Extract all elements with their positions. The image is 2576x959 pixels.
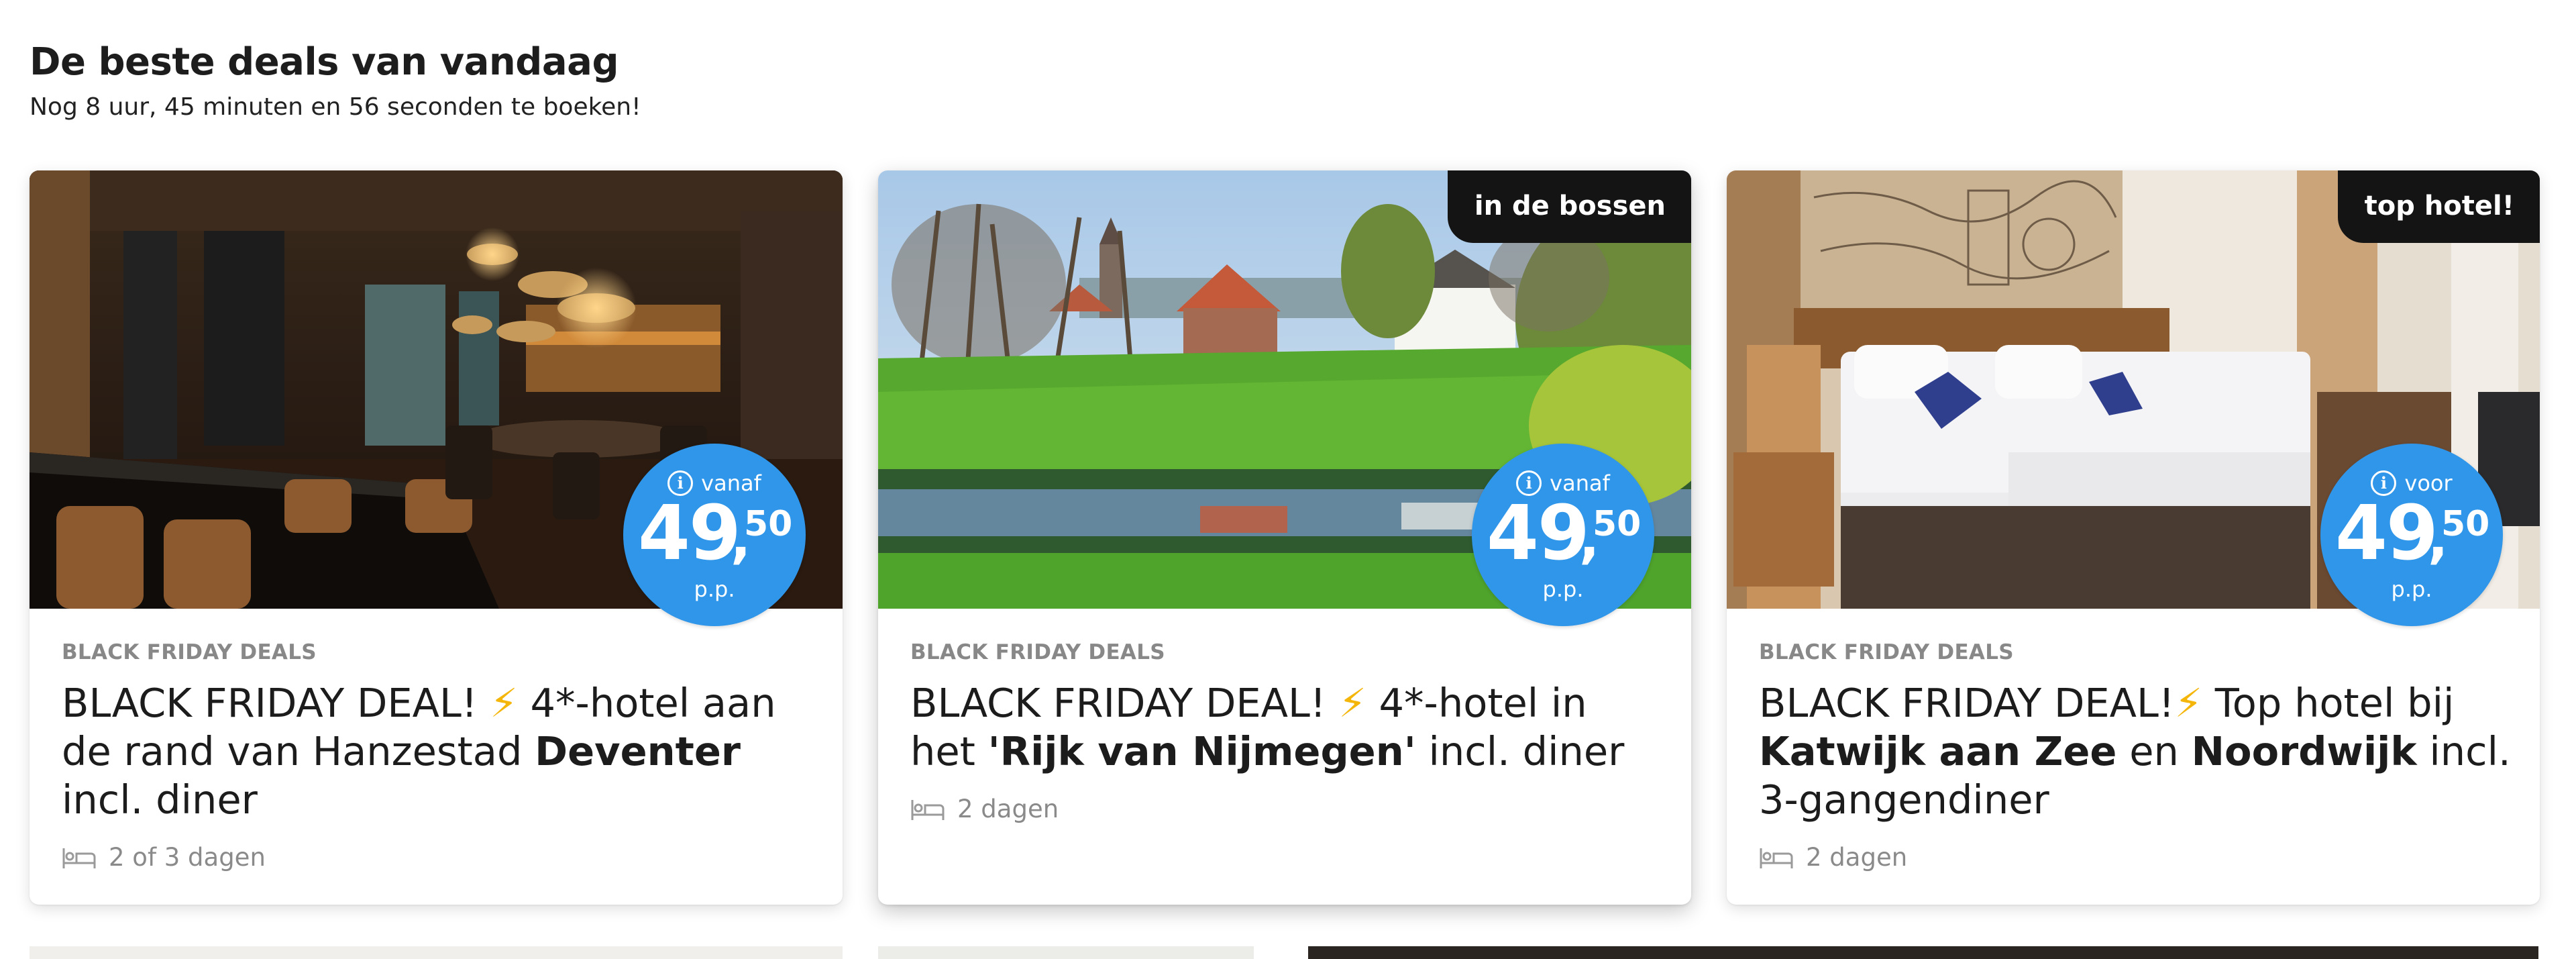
price-cents: 50 [744, 504, 793, 544]
card-duration: 2 dagen [910, 795, 1664, 823]
deal-cards: i vanaf 49 , 50 p.p. BLACK FRIDAY DEALS … [30, 170, 2540, 905]
card-category: BLACK FRIDAY DEALS [910, 640, 1165, 664]
bed-icon [62, 848, 96, 868]
price-unit: p.p. [2391, 576, 2432, 602]
price-whole: 49 [638, 490, 741, 577]
card-duration: 2 of 3 dagen [62, 843, 816, 872]
deal-card-deventer[interactable]: i vanaf 49 , 50 p.p. BLACK FRIDAY DEALS … [30, 170, 843, 905]
bed-icon [1760, 848, 1793, 868]
card-duration: 2 dagen [1759, 843, 2513, 872]
title-part: BLACK FRIDAY DEAL! [62, 680, 490, 726]
lightning-icon: ⚡ [490, 680, 518, 726]
price-unit: p.p. [694, 576, 735, 602]
lightning-icon: ⚡ [2174, 680, 2202, 726]
card-body: BLACK FRIDAY DEALS BLACK FRIDAY DEAL! ⚡ … [62, 640, 816, 872]
title-location: 'Rijk van Nijmegen' [987, 728, 1416, 774]
countdown-text: Nog 8 uur, 45 minuten en 56 seconden te … [30, 93, 641, 121]
duration-text: 2 dagen [1806, 843, 1908, 872]
title-location: Deventer [535, 728, 741, 774]
bed-icon [911, 799, 945, 820]
price-whole: 49 [2335, 490, 2438, 577]
title-part: BLACK FRIDAY DEAL! [1759, 680, 2175, 726]
duration-text: 2 dagen [957, 795, 1059, 823]
price-unit: p.p. [1542, 576, 1584, 602]
price-badge[interactable]: i vanaf 49 , 50 p.p. [1472, 444, 1654, 626]
deal-card-katwijk[interactable]: top hotel! i voor 49 , 50 p.p. BLACK FRI… [1727, 170, 2540, 905]
card-tag: top hotel! [2337, 170, 2540, 243]
card-title[interactable]: BLACK FRIDAY DEAL! ⚡ 4*-hotel aan de ran… [62, 679, 816, 824]
card-body: BLACK FRIDAY DEALS BLACK FRIDAY DEAL! ⚡ … [910, 640, 1664, 823]
price-cents: 50 [2441, 504, 2490, 544]
card-tag: in de bossen [1447, 170, 1691, 243]
price-badge[interactable]: i voor 49 , 50 p.p. [2320, 444, 2503, 626]
card-category: BLACK FRIDAY DEALS [1759, 640, 2014, 664]
lightning-icon: ⚡ [1338, 680, 1366, 726]
next-row-image-strip [1308, 946, 2538, 959]
title-part: incl. diner [1415, 728, 1625, 774]
title-part: BLACK FRIDAY DEAL! [910, 680, 1339, 726]
section-title: De beste deals van vandaag [30, 40, 619, 84]
card-title[interactable]: BLACK FRIDAY DEAL! ⚡ 4*-hotel in het 'Ri… [910, 679, 1664, 776]
card-title[interactable]: BLACK FRIDAY DEAL!⚡ Top hotel bij Katwij… [1759, 679, 2513, 824]
card-category: BLACK FRIDAY DEALS [62, 640, 317, 664]
deal-card-nijmegen[interactable]: in de bossen i vanaf 49 , 50 p.p. BLACK … [878, 170, 1691, 905]
duration-text: 2 of 3 dagen [109, 843, 266, 872]
price-badge[interactable]: i vanaf 49 , 50 p.p. [623, 444, 806, 626]
next-row-image-strip [30, 946, 843, 959]
next-row-image-strip [878, 946, 1254, 959]
card-body: BLACK FRIDAY DEALS BLACK FRIDAY DEAL!⚡ T… [1759, 640, 2513, 872]
price-cents: 50 [1593, 504, 1642, 544]
price-whole: 49 [1487, 490, 1590, 577]
section-header: De beste deals van vandaag Nog 8 uur, 45… [30, 40, 641, 121]
title-location: Katwijk aan Zee [1759, 728, 2117, 774]
title-part: Top hotel bij [2202, 680, 2455, 726]
title-location: Noordwijk [2191, 728, 2417, 774]
title-part: incl. diner [62, 776, 258, 823]
title-part: en [2116, 728, 2192, 774]
